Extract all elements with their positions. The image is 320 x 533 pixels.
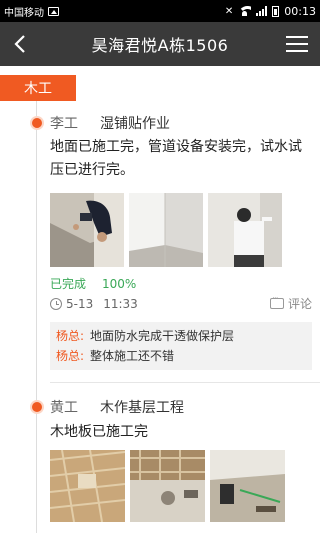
comment-author: 杨总: [56,329,85,343]
carrier-group: 中国移动 [4,4,59,19]
comment-author: 杨总: [56,349,85,363]
status-bar: 中国移动 ✕ 00:13 [0,0,320,22]
entry-header: 李工 湿铺贴作业 [50,113,170,133]
hamburger-line [286,50,308,52]
title-bar: 昊海君悦A栋1506 [0,22,320,66]
entry-header: 黄工 木作基层工程 [50,397,184,417]
category-tab[interactable]: 木工 [0,75,76,101]
hamburger-line [286,43,308,45]
entry-description: 地面已施工完，管道设备安装完，试水试压已进行完。 [50,139,302,178]
comment-list: 杨总: 地面防水完成干透做保护层 杨总: 整体施工还不错 [50,322,312,370]
photo-thumbnail[interactable] [50,450,125,522]
comment-item: 杨总: 地面防水完成干透做保护层 [56,326,306,346]
photo-thumbnail[interactable] [129,193,203,267]
comment-button[interactable]: 评论 [269,294,312,312]
signal-icon [256,6,268,16]
chevron-left-icon [14,35,25,53]
progress-percent: 100% [102,277,137,291]
wifi-icon [238,6,251,16]
photo-thumbnail[interactable] [50,193,124,267]
status-row: 已完成 100% [50,275,136,292]
status-time: 00:13 [284,4,316,18]
worker-name: 黄工 [50,400,78,416]
hamburger-line [286,36,308,38]
task-name: 木作基层工程 [100,400,184,416]
status-icons: ✕ 00:13 [225,5,316,18]
menu-button[interactable] [286,34,308,54]
image-notification-icon [48,6,59,16]
timeline-dot [30,116,44,130]
entry-date: 5-13 [66,296,94,311]
photo-thumbnail[interactable] [210,450,285,522]
timeline-dot [30,400,44,414]
clock-icon [50,297,62,310]
entry-divider [50,382,320,383]
timeline-line [36,101,37,533]
entry-time: 11:33 [103,296,138,311]
comment-label: 评论 [287,297,312,311]
page-title: 昊海君悦A栋1506 [91,36,229,55]
timestamp: 5-13 11:33 [66,297,138,311]
mute-icon: ✕ [224,5,234,17]
comment-text: 地面防水完成干透做保护层 [90,329,235,343]
comment-icon [269,294,284,309]
back-button[interactable] [6,30,34,58]
battery-icon [272,5,280,17]
time-row: 5-13 11:33 评论 [50,294,312,312]
comment-text: 整体施工还不错 [90,349,175,363]
worker-name: 李工 [50,116,78,132]
carrier-name: 中国移动 [4,7,44,19]
task-name: 湿铺贴作业 [100,116,170,132]
photo-thumbnail[interactable] [208,193,282,267]
comment-item: 杨总: 整体施工还不错 [56,346,306,366]
photo-gallery [50,193,282,267]
photo-thumbnail[interactable] [130,450,205,522]
photo-gallery [50,450,285,522]
status-text: 已完成 [50,277,87,291]
entry-description: 木地板已施工完 [50,424,148,440]
